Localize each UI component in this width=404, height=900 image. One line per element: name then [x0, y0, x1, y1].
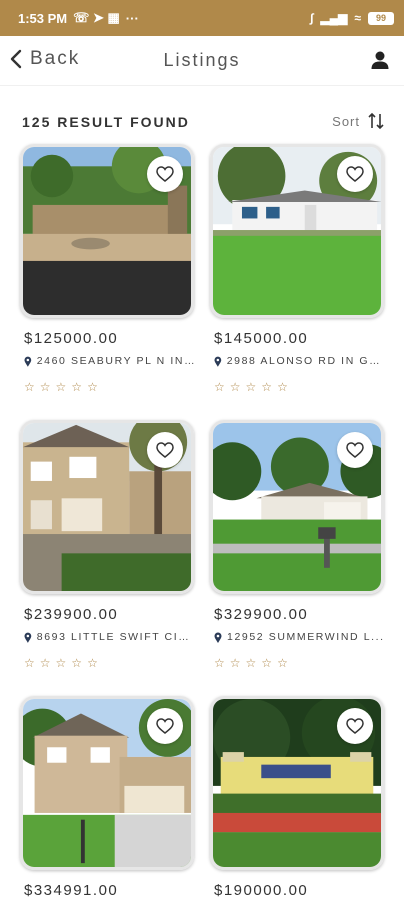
sort-button[interactable]: Sort: [332, 112, 384, 130]
star-icon: ☆: [229, 380, 241, 394]
favorite-button[interactable]: [337, 708, 373, 744]
chevron-left-icon: [10, 49, 22, 69]
listing-address: 8693 LITTLE SWIFT CIR...: [24, 631, 196, 643]
star-icon: ☆: [39, 656, 51, 670]
listing-address: 12952 SUMMERWIND L...: [214, 631, 386, 643]
star-icon: ☆: [245, 656, 257, 670]
result-count: 125 RESULT FOUND: [22, 114, 190, 130]
status-bar: 1:53 PM ☏ ➤ ▦ ··· ∫ ▂▄▆ ≈ 99: [0, 0, 404, 36]
location-pin-icon: [24, 356, 32, 367]
rating-stars: ☆ ☆ ☆ ☆ ☆: [214, 657, 384, 669]
location-pin-icon: [214, 632, 222, 643]
more-notifications: ···: [125, 10, 139, 26]
rating-stars: ☆ ☆ ☆ ☆ ☆: [214, 381, 384, 393]
star-icon: ☆: [245, 380, 257, 394]
star-icon: ☆: [214, 380, 225, 394]
star-icon: ☆: [87, 380, 98, 394]
back-button[interactable]: Back: [10, 48, 80, 70]
star-icon: ☆: [214, 656, 225, 670]
star-icon: ☆: [277, 380, 288, 394]
sort-label: Sort: [332, 113, 360, 129]
listing-photo[interactable]: [20, 696, 194, 870]
heart-icon: [156, 718, 174, 734]
listing-price: $334991.00: [24, 882, 119, 899]
star-icon: ☆: [71, 656, 83, 670]
location-pin-icon: [214, 356, 222, 367]
listing-card[interactable]: $190000.00: [210, 696, 384, 899]
listing-price: $125000.00: [24, 330, 119, 347]
favorite-button[interactable]: [147, 708, 183, 744]
star-icon: ☆: [261, 656, 273, 670]
heart-icon: [156, 442, 174, 458]
back-label: Back: [30, 48, 81, 69]
address-text: 12952 SUMMERWIND L...: [227, 631, 385, 643]
favorite-button[interactable]: [337, 432, 373, 468]
listing-card[interactable]: $145000.00 2988 ALONSO RD IN GR... ☆ ☆ ☆…: [210, 144, 386, 393]
app-bar: Back Listings: [0, 36, 404, 86]
listing-price: $329900.00: [214, 606, 309, 623]
star-icon: ☆: [87, 656, 98, 670]
location-pin-icon: [24, 632, 32, 643]
rating-stars: ☆ ☆ ☆ ☆ ☆: [24, 657, 194, 669]
listing-price: $239900.00: [24, 606, 119, 623]
address-text: 8693 LITTLE SWIFT CIR...: [36, 631, 196, 643]
star-icon: ☆: [261, 380, 273, 394]
listing-price: $190000.00: [214, 882, 309, 899]
listing-photo[interactable]: [20, 420, 194, 594]
sort-arrows-icon: [368, 112, 384, 130]
listing-photo[interactable]: [210, 696, 384, 870]
listing-photo[interactable]: [210, 144, 384, 318]
star-icon: ☆: [71, 380, 83, 394]
listing-photo[interactable]: [210, 420, 384, 594]
listing-address: 2988 ALONSO RD IN GR...: [214, 355, 386, 367]
profile-button[interactable]: [370, 50, 390, 75]
star-icon: ☆: [55, 380, 67, 394]
user-icon: [371, 51, 389, 69]
favorite-button[interactable]: [337, 156, 373, 192]
star-icon: ☆: [229, 656, 241, 670]
listing-card[interactable]: $239900.00 8693 LITTLE SWIFT CIR... ☆ ☆ …: [20, 420, 196, 669]
address-text: 2460 SEABURY PL N IN ...: [36, 355, 196, 367]
star-icon: ☆: [24, 656, 35, 670]
notification-icons: ☏ ➤ ▦: [73, 10, 120, 25]
status-time: 1:53 PM: [18, 10, 68, 26]
star-icon: ☆: [55, 656, 67, 670]
listing-card[interactable]: $125000.00 2460 SEABURY PL N IN ... ☆ ☆ …: [20, 144, 196, 393]
wifi-icon: ≈: [354, 11, 361, 25]
address-text: 2988 ALONSO RD IN GR...: [226, 355, 386, 367]
results-bar: 125 RESULT FOUND Sort: [0, 110, 404, 136]
star-icon: ☆: [39, 380, 51, 394]
heart-icon: [346, 166, 364, 182]
heart-icon: [346, 442, 364, 458]
heart-icon: [346, 718, 364, 734]
listing-price: $145000.00: [214, 330, 309, 347]
star-icon: ☆: [277, 656, 288, 670]
heart-icon: [156, 166, 174, 182]
star-icon: ☆: [24, 380, 35, 394]
listing-card[interactable]: $334991.00: [20, 696, 194, 899]
bluetooth-icon: ∫: [310, 11, 314, 25]
signal-icon: ▂▄▆: [320, 11, 348, 25]
listing-photo[interactable]: [20, 144, 194, 318]
battery-icon: 99: [368, 11, 394, 25]
listing-card[interactable]: $329900.00 12952 SUMMERWIND L... ☆ ☆ ☆ ☆…: [210, 420, 384, 669]
favorite-button[interactable]: [147, 432, 183, 468]
rating-stars: ☆ ☆ ☆ ☆ ☆: [24, 381, 194, 393]
listing-address: 2460 SEABURY PL N IN ...: [24, 355, 196, 367]
favorite-button[interactable]: [147, 156, 183, 192]
